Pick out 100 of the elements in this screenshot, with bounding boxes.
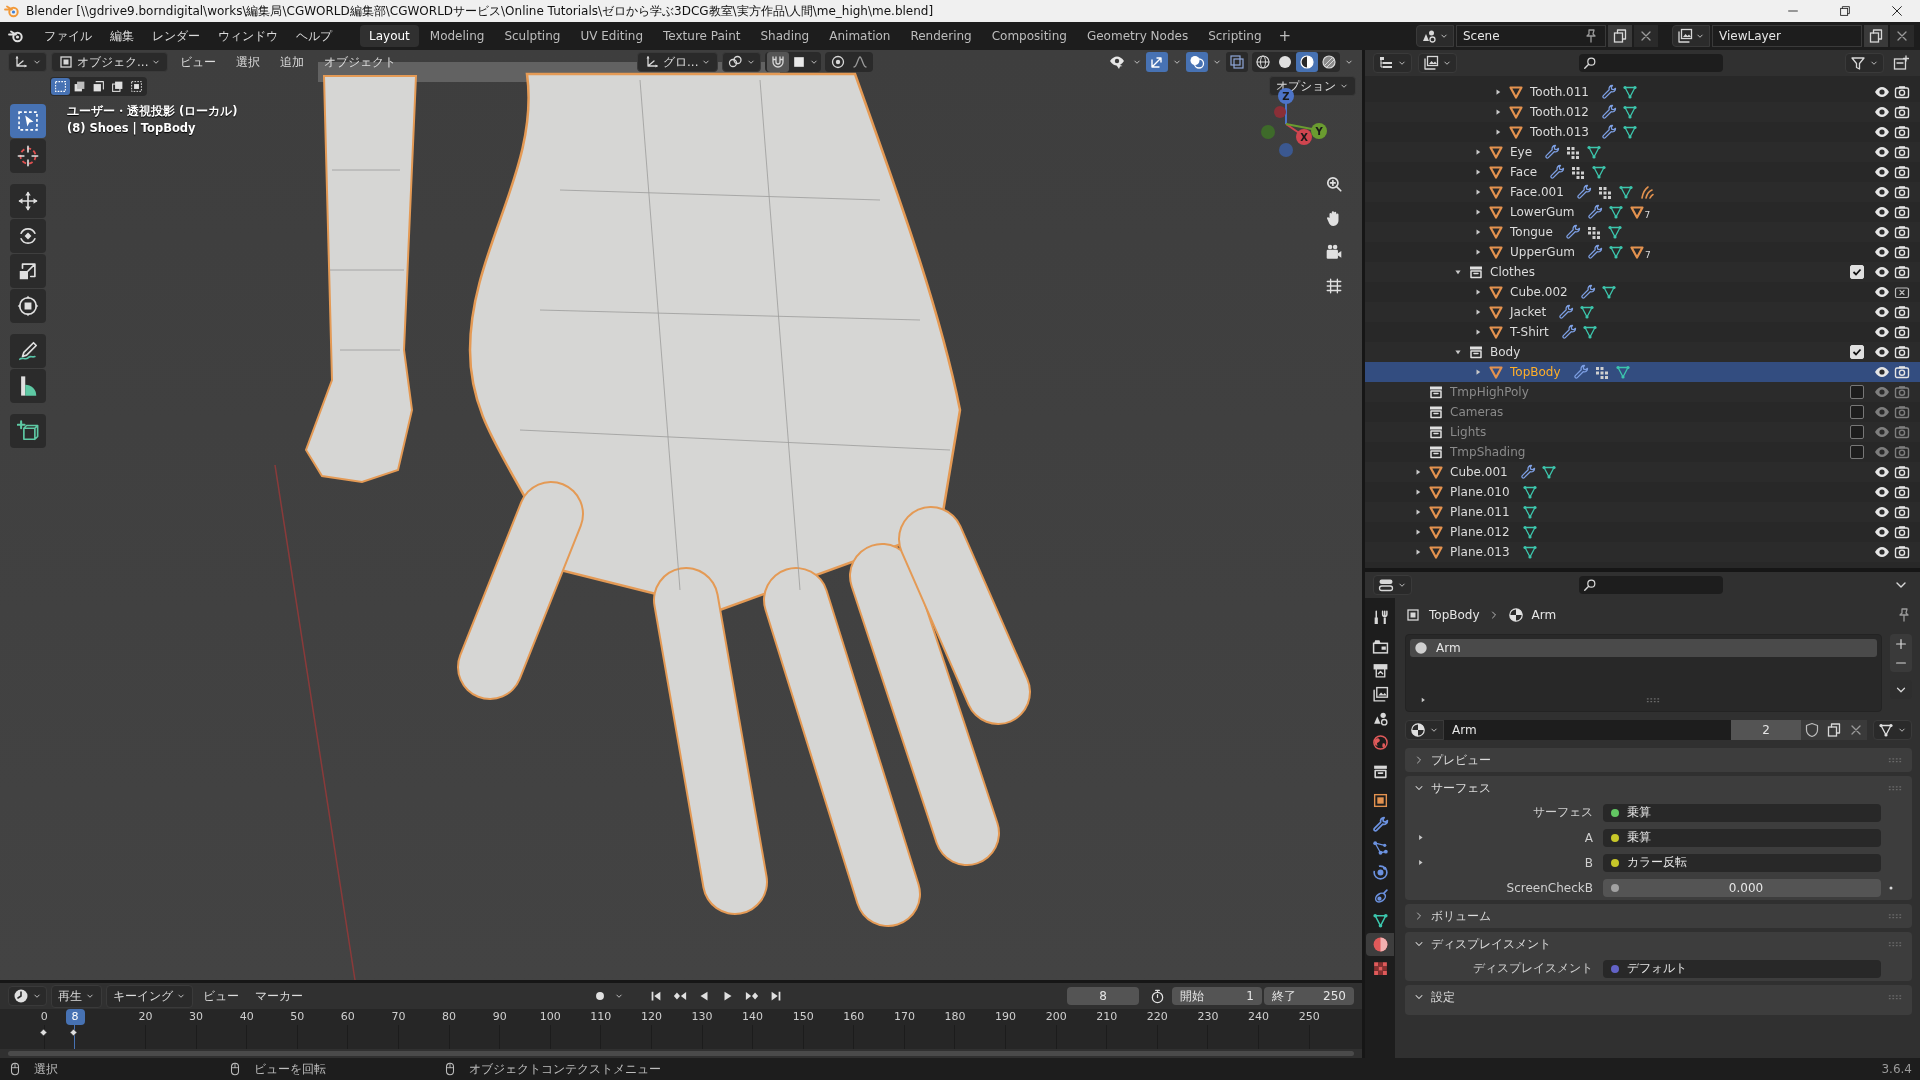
status-hint: ビューを回転 <box>254 1060 326 1078</box>
frame-number: 230 <box>1197 1009 1219 1025</box>
item-name: Cube.001 <box>1450 465 1508 479</box>
frame-number: 210 <box>1096 1009 1118 1025</box>
menu-item[interactable]: ビュー <box>172 50 225 74</box>
menu-item[interactable]: ウィンドウ <box>210 24 286 48</box>
frame-number: 110 <box>590 1009 612 1025</box>
frame-number: 160 <box>843 1009 865 1025</box>
breadcrumb-item: Arm <box>1531 608 1557 622</box>
frame-number: 190 <box>995 1009 1017 1025</box>
item-name: Jacket <box>1510 305 1547 319</box>
menu-item[interactable]: キーイング <box>106 984 193 1008</box>
item-name: Face.001 <box>1510 185 1564 199</box>
item-name: TmpHighPoly <box>1450 385 1529 399</box>
field-value: 1 <box>1246 989 1254 1003</box>
object-context: (8) Shoes | TopBody <box>67 121 197 135</box>
view-layer-name-field[interactable]: ViewLayer <box>1712 25 1862 47</box>
menu-item[interactable]: マーカー <box>249 985 309 1007</box>
start-frame-field[interactable]: 開始 1 <box>1172 987 1262 1005</box>
item-name: Tooth.013 <box>1530 125 1589 139</box>
item-name: LowerGum <box>1510 205 1575 219</box>
socket-dropdown[interactable]: カラー反転 <box>1603 853 1881 872</box>
workspace-tab[interactable]: Compositing <box>982 25 1076 47</box>
menu-item[interactable]: 選択 <box>228 50 269 74</box>
window-title: Blender [\\gdrive9.borndigital\works\編集局\CGWORLD編集部\CGWORLDサービス\Online Tutorials\ゼロから学ぶ3DCG教室\実方作品\人間\me_high\me.blend] <box>26 2 934 20</box>
orientation-dropdown[interactable]: グロ... <box>637 52 719 72</box>
scene-name-field[interactable]: Scene <box>1456 25 1606 47</box>
item-name: Face <box>1510 165 1538 179</box>
frame-number: 170 <box>893 1009 915 1025</box>
number-field[interactable]: 0.000 <box>1603 878 1881 897</box>
item-name: Plane.011 <box>1450 505 1510 519</box>
outliner-row[interactable]: TopBody <box>1365 362 1920 382</box>
item-name: Tooth.011 <box>1530 85 1589 99</box>
workspace-tab[interactable]: Scripting <box>1199 25 1271 47</box>
workspace-tab[interactable]: Rendering <box>901 25 981 47</box>
socket-dropdown[interactable]: 乗算 <box>1603 828 1881 847</box>
workspace-tab[interactable]: Geometry Nodes <box>1077 25 1198 47</box>
end-frame-field[interactable]: 終了 250 <box>1264 987 1354 1005</box>
workspace-tab[interactable]: Shading <box>751 25 819 47</box>
section-header[interactable]: 設定 <box>1405 985 1912 1009</box>
status-hint: 選択 <box>34 1060 58 1078</box>
workspace-tab[interactable]: Sculpting <box>495 25 570 47</box>
section-header[interactable]: ボリューム <box>1405 904 1912 928</box>
item-count: 7 <box>1644 211 1651 220</box>
frame-number: 140 <box>742 1009 764 1025</box>
frame-number: 120 <box>640 1009 662 1025</box>
status-hint: オブジェクトコンテクストメニュー <box>469 1060 661 1078</box>
section-header[interactable]: サーフェス <box>1405 776 1912 800</box>
item-name: TopBody <box>1510 365 1561 379</box>
material-slot[interactable]: Arm <box>1410 639 1877 657</box>
frame-number: 180 <box>944 1009 966 1025</box>
workspace-tab[interactable]: Texture Paint <box>654 25 750 47</box>
item-name: Cameras <box>1450 405 1504 419</box>
frame-number: 50 <box>290 1009 305 1025</box>
item-name: TmpShading <box>1450 445 1526 459</box>
menu-item[interactable]: 追加 <box>272 50 313 74</box>
workspace-tab[interactable]: Animation <box>820 25 900 47</box>
add-workspace-button[interactable]: + <box>1272 27 1298 45</box>
field-label: 開始 <box>1180 987 1204 1005</box>
workspace-tab[interactable]: Modeling <box>420 25 494 47</box>
socket-dropdown[interactable]: デフォルト <box>1603 959 1881 978</box>
socket-dropdown[interactable]: 乗算 <box>1603 803 1881 822</box>
item-name: UpperGum <box>1510 245 1575 259</box>
field-label: サーフェス <box>1532 804 1594 821</box>
field-label: ScreenCheckB <box>1505 880 1594 895</box>
frame-number: 220 <box>1146 1009 1168 1025</box>
playhead[interactable]: 8 <box>65 1009 85 1025</box>
menu-item[interactable]: ヘルプ <box>288 24 340 48</box>
item-name: Plane.010 <box>1450 485 1510 499</box>
item-name: Clothes <box>1490 265 1535 279</box>
mode-dropdown[interactable]: オブジェク... <box>51 52 169 72</box>
breadcrumb-item: TopBody <box>1429 608 1480 622</box>
field-label: ディスプレイスメント <box>1472 960 1594 977</box>
menu-item[interactable]: ビュー <box>197 985 245 1007</box>
frame-number: 80 <box>442 1009 457 1025</box>
item-name: Tongue <box>1510 225 1553 239</box>
material-name-field[interactable]: Arm <box>1444 720 1731 740</box>
menu-item[interactable]: レンダー <box>144 24 208 48</box>
field-label: B <box>1583 855 1594 870</box>
axis-label: X <box>1300 132 1308 143</box>
workspace-tab[interactable]: UV Editing <box>571 25 653 47</box>
current-frame-field[interactable]: 8 <box>1067 987 1139 1005</box>
view-name: ユーザー・透視投影 (ローカル) <box>67 104 238 119</box>
field-value: 250 <box>1323 989 1346 1003</box>
menu-item[interactable]: オブジェクト <box>316 50 405 74</box>
menu-item[interactable]: 編集 <box>102 24 142 48</box>
menu-item[interactable]: ファイル <box>36 24 100 48</box>
frame-number: 150 <box>792 1009 814 1025</box>
item-name: T-Shirt <box>1510 325 1549 339</box>
item-name: Plane.013 <box>1450 545 1510 559</box>
frame-number: 250 <box>1298 1009 1320 1025</box>
section-header[interactable]: ディスプレイスメント <box>1405 932 1912 956</box>
item-name: Body <box>1490 345 1521 359</box>
menu-item[interactable]: 再生 <box>51 984 102 1008</box>
user-count[interactable]: 2 <box>1731 720 1801 740</box>
frame-number: 60 <box>340 1009 355 1025</box>
section-header[interactable]: プレビュー <box>1405 748 1912 772</box>
frame-number: 90 <box>492 1009 507 1025</box>
axis-label: Y <box>1315 126 1323 137</box>
workspace-tab[interactable]: Layout <box>360 25 419 47</box>
